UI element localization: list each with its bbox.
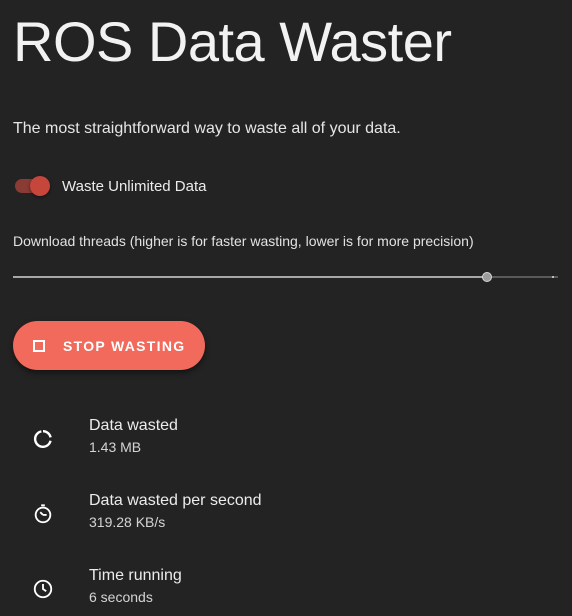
stat-time-running: Time running 6 seconds bbox=[0, 566, 572, 612]
stat-value: 1.43 MB bbox=[89, 439, 142, 455]
download-threads-label: Download threads (higher is for faster w… bbox=[13, 233, 474, 249]
stop-square-icon bbox=[33, 339, 45, 352]
download-threads-slider[interactable] bbox=[13, 266, 558, 288]
stop-wasting-button[interactable]: STOP WASTING bbox=[13, 321, 205, 370]
stop-wasting-label: STOP WASTING bbox=[63, 337, 186, 354]
page-title: ROS Data Waster bbox=[13, 10, 452, 73]
stat-title: Time running bbox=[89, 567, 182, 584]
unlimited-data-label: Waste Unlimited Data bbox=[62, 177, 207, 195]
unlimited-data-toggle-row[interactable]: Waste Unlimited Data bbox=[13, 175, 207, 197]
stat-title: Data wasted bbox=[89, 417, 178, 434]
switch-thumb[interactable] bbox=[30, 176, 50, 196]
stat-title: Data wasted per second bbox=[89, 492, 262, 509]
slider-fill bbox=[13, 276, 487, 278]
stat-value: 6 seconds bbox=[89, 589, 153, 605]
stat-value: 319.28 KB/s bbox=[89, 514, 166, 530]
stat-data-per-second: Data wasted per second 319.28 KB/s bbox=[0, 491, 572, 537]
stat-data-wasted: Data wasted 1.43 MB bbox=[0, 416, 572, 462]
speed-timer-icon bbox=[34, 504, 52, 524]
data-usage-icon bbox=[33, 430, 52, 448]
slider-end-tick bbox=[552, 276, 554, 278]
slider-thumb[interactable] bbox=[482, 272, 492, 282]
unlimited-data-switch[interactable] bbox=[13, 175, 51, 197]
clock-icon bbox=[33, 579, 53, 599]
page-subtitle: The most straightforward way to waste al… bbox=[13, 120, 401, 137]
